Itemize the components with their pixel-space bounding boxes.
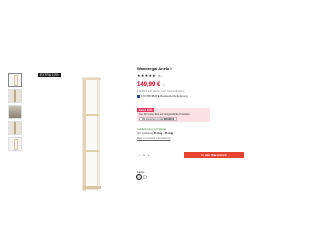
promo-heading: Extra 10%: [137, 108, 155, 112]
price-row: 149,99 € ⓘ: [137, 82, 245, 89]
product-image[interactable]: [82, 77, 101, 191]
promo-box: Extra 10% Nur für kurze Zeit auf ausgewä…: [137, 108, 210, 122]
detail-thumbnail-icon: [9, 90, 21, 102]
stock-info: Auslieferung in 5 Werkt. Vor. Lieferung …: [137, 127, 245, 140]
delivery-estimate: Vor. Lieferung 21 Aug - 25 Aug: [137, 132, 245, 135]
thumbnail-5[interactable]: [8, 137, 22, 151]
detail-thumbnail-icon: [9, 122, 21, 134]
thumbnail-4[interactable]: [8, 121, 22, 135]
bestseller-tag: 170 PROBATE-Bestseller/Anlieferung: [137, 94, 245, 99]
cabinet-side-right: [97, 78, 99, 191]
shelf-thumbnail-icon: [14, 139, 18, 150]
product-title: Wandregal Anelo I: [137, 66, 172, 71]
tag-text: 170 PROBATE-Bestseller/Anlieferung: [141, 94, 188, 99]
price: 149,99 €: [137, 82, 161, 88]
rating[interactable]: ★★★★★ (1): [137, 73, 245, 79]
add-to-cart-button[interactable]: In den Warenkorb: [184, 152, 244, 158]
thumbnail-strip: [8, 73, 22, 153]
color-swatches: [135, 174, 149, 181]
promo-text: Nur für kurze Zeit auf ausgewählte Produ…: [139, 113, 190, 116]
product-page: EXTRA 10% Wandregal Anelo I ★★★★★ (1) 14…: [0, 0, 250, 250]
promo-code[interactable]: Mit Gutschein-Code WOHN10: [139, 117, 178, 121]
cabinet-shelf-1: [86, 114, 99, 116]
cabinet-top: [83, 78, 101, 80]
thumbnail-3[interactable]: [8, 105, 22, 119]
promo-code-prefix: Mit Gutschein-Code: [142, 118, 164, 121]
delivery-prefix: Vor. Lieferung: [137, 132, 154, 136]
shelf-cabinet: [82, 77, 101, 191]
cabinet-shelf-2: [86, 150, 99, 152]
shelf-thumbnail-icon: [14, 75, 18, 86]
buy-row: − 1 + In den Warenkorb: [137, 152, 245, 158]
rating-count[interactable]: (1): [158, 74, 162, 78]
cabinet-side-left: [83, 78, 86, 191]
thumbnail-1[interactable]: [8, 73, 22, 87]
product-info: Wandregal Anelo I ★★★★★ (1) 149,99 € ⓘ 1…: [135, 66, 245, 181]
sale-badge: EXTRA 10%: [38, 73, 61, 77]
price-subline: 149,99 € inkl. MwSt. zzgl. Versandkosten: [137, 90, 185, 93]
color-swatch-1[interactable]: [135, 174, 143, 181]
thumbnail-2[interactable]: [8, 89, 22, 103]
shipping-info-link[interactable]: Mehr zu Versand und Lieferung: [137, 137, 245, 140]
stock-label: Auslieferung in 5 Werkt.: [137, 127, 167, 131]
quantity-stepper: − 1 +: [137, 153, 151, 158]
room-thumbnail-icon: [9, 106, 21, 118]
color-label: Farbe:: [137, 170, 146, 174]
color-swatch-2[interactable]: [143, 175, 147, 180]
color-selector: Farbe:: [135, 170, 149, 181]
delivery-dates: 21 Aug - 25 Aug: [153, 132, 174, 136]
quantity-plus-button[interactable]: +: [146, 153, 151, 158]
promo-code-value: WOHN10: [163, 118, 175, 121]
star-rating-icon: ★★★★★: [137, 73, 156, 78]
info-icon[interactable]: ⓘ: [162, 83, 165, 87]
cabinet-base: [83, 186, 101, 189]
tag-icon: [137, 95, 140, 99]
